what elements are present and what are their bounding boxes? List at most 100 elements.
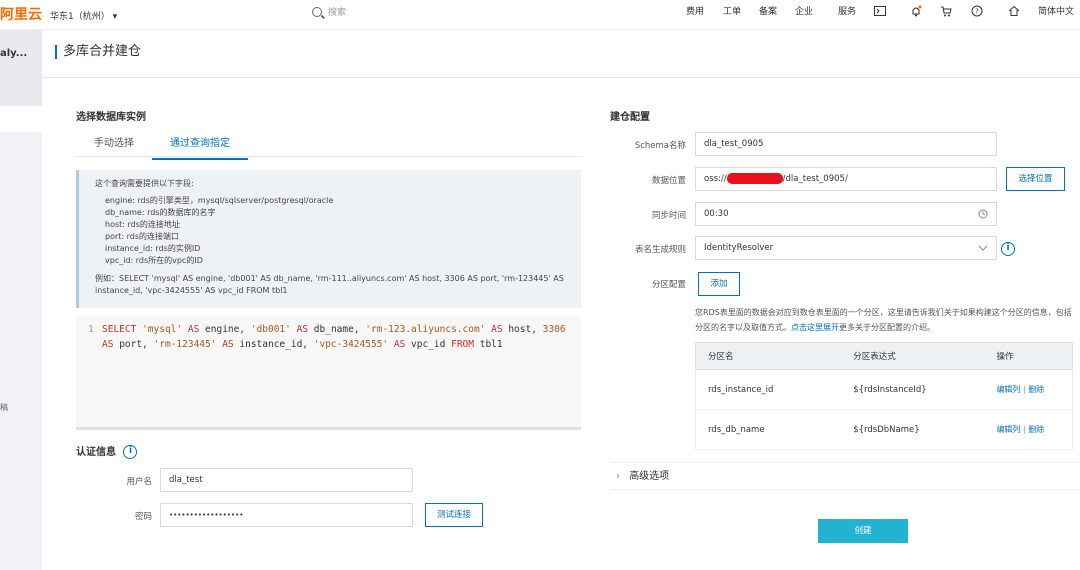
delete-link[interactable]: 删除: [1028, 425, 1044, 434]
nav-service[interactable]: 服务: [838, 4, 856, 17]
region-selector[interactable]: 华东1（杭州） ▾: [50, 9, 117, 22]
sync-time-label: 同步时间: [651, 211, 686, 221]
sql-token: AS: [491, 324, 503, 335]
sql-token: instance_id,: [239, 339, 309, 350]
page-title: 多库合并建仓: [55, 45, 141, 59]
sidebar-title[interactable]: aly...: [0, 30, 42, 106]
sql-token: port,: [119, 339, 148, 350]
info-field: engine: rds的引擎类型，mysql/sqlserver/postgre…: [105, 195, 334, 205]
naming-rule-info-icon[interactable]: i: [1001, 242, 1015, 256]
location-label: 数据位置: [651, 176, 686, 186]
info-field: db_name: rds的数据库的名字: [105, 207, 216, 217]
edit-column-link[interactable]: 编辑列: [996, 425, 1020, 434]
sql-token: engine,: [205, 324, 246, 335]
naming-rule-select[interactable]: IdentityResolver: [695, 236, 997, 260]
table-row: rds_instance_id ${rdsInstanceId} 编辑列 | 删…: [695, 370, 1073, 410]
sql-token: 'rm-123.aliyuncs.com': [365, 324, 486, 335]
password-input[interactable]: ••••••••••••••••••: [160, 503, 413, 527]
sync-time-input[interactable]: 00:30: [695, 202, 997, 226]
sql-token: AS: [187, 324, 200, 335]
partition-note-tail: 更多关于分区配置的介绍。: [839, 323, 935, 332]
info-field: vpc_id: rds所在的vpc的ID: [105, 255, 203, 265]
expand-link[interactable]: 点击这里展开: [791, 323, 839, 332]
sql-token: AS: [296, 324, 309, 335]
action-separator: |: [1022, 424, 1026, 434]
redaction-mark: [726, 173, 783, 184]
sync-time-value: 00:30: [704, 209, 729, 219]
nav-tickets[interactable]: 工单: [723, 4, 741, 17]
sql-token: 'rm-123445': [153, 339, 217, 350]
nav-enterprise[interactable]: 企业: [795, 4, 813, 17]
sql-token: vpc_id: [411, 339, 446, 350]
delete-link[interactable]: 删除: [1028, 385, 1044, 394]
bell-icon[interactable]: [910, 5, 922, 17]
sql-token: 'mysql': [142, 324, 183, 335]
tabs-divider: [76, 156, 581, 157]
actions-cell: 编辑列 | 删除: [988, 385, 1072, 395]
partition-name-cell: rds_db_name: [708, 424, 765, 435]
help-icon[interactable]: ?: [971, 5, 983, 17]
password-label: 密码: [134, 512, 152, 522]
top-navigation-bar: 阿里云 华东1（杭州） ▾ 搜索 费用 工单 备案 企业 服务 ? 简体中文: [0, 0, 1080, 30]
column-header: 分区表达式: [853, 352, 896, 362]
action-separator: |: [1022, 384, 1026, 394]
sql-token: AS: [102, 339, 114, 350]
advanced-options-label: 高级选项: [629, 471, 670, 482]
partition-expr-cell: ${rdsDbName}: [853, 424, 920, 435]
info-icon[interactable]: i: [123, 445, 138, 459]
query-info-box: 这个查询需要提供以下字段: engine: rds的引擎类型，mysql/sql…: [76, 170, 581, 308]
sql-token: AS: [222, 339, 234, 350]
sql-token: host,: [508, 324, 537, 335]
actions-cell: 编辑列 | 删除: [988, 425, 1072, 435]
username-label: 用户名: [126, 477, 152, 487]
naming-rule-label: 表名生成规则: [634, 245, 686, 255]
edit-column-link[interactable]: 编辑列: [996, 385, 1020, 394]
aliyun-logo[interactable]: 阿里云: [0, 4, 42, 24]
column-header: 操作: [996, 352, 1014, 362]
chevron-right-icon: ›: [616, 471, 620, 482]
sql-token: db_name,: [313, 324, 360, 335]
schema-label: Schema名称: [634, 141, 686, 151]
language-selector[interactable]: 简体中文: [1038, 4, 1074, 17]
sql-code[interactable]: SELECT 'mysql' AS engine, 'db001' AS db_…: [102, 322, 580, 352]
table-row: rds_db_name ${rdsDbName} 编辑列 | 删除: [695, 410, 1073, 450]
column-header: 分区名: [708, 352, 734, 362]
partition-config-label: 分区配置: [651, 280, 686, 290]
sidebar-fragment-text: 稿: [0, 403, 8, 412]
cart-icon[interactable]: [940, 5, 952, 17]
search-placeholder: 搜索: [328, 8, 347, 18]
schema-input[interactable]: dla_test_0905: [695, 132, 997, 156]
search-box[interactable]: 搜索: [312, 5, 346, 18]
sql-token: SELECT: [102, 324, 137, 335]
sql-token: FROM: [451, 339, 474, 350]
warehouse-config-title: 建仓配置: [610, 112, 650, 123]
info-field: instance_id: rds的实例ID: [105, 243, 201, 253]
clock-icon: [978, 209, 988, 219]
svg-text:?: ?: [975, 8, 979, 16]
terminal-icon[interactable]: [874, 5, 886, 17]
region-label: 华东1（杭州）: [50, 12, 110, 22]
partition-name-cell: rds_instance_id: [708, 384, 774, 395]
info-field: host: rds的连接地址: [105, 219, 180, 229]
add-partition-button[interactable]: 添加: [698, 272, 740, 296]
test-connection-button[interactable]: 测试连接: [425, 503, 483, 527]
home-icon[interactable]: [1008, 5, 1020, 17]
nav-icp[interactable]: 备案: [759, 4, 777, 17]
location-input[interactable]: oss:// /dla_test_0905/: [695, 167, 997, 191]
sql-editor[interactable]: 1 SELECT 'mysql' AS engine, 'db001' AS d…: [76, 316, 581, 430]
caret-down-icon: ▾: [112, 12, 118, 22]
sql-token: tbl1: [479, 339, 503, 350]
naming-rule-value: IdentityResolver: [704, 243, 774, 253]
sidebar-selected-item[interactable]: [0, 106, 42, 132]
auth-info-label: 认证信息: [76, 447, 116, 458]
create-button[interactable]: 创建: [818, 519, 908, 543]
nav-billing[interactable]: 费用: [686, 4, 704, 17]
sql-token: 'vpc-3424555': [313, 339, 389, 350]
username-input[interactable]: dla_test: [160, 468, 413, 492]
select-location-button[interactable]: 选择位置: [1006, 167, 1065, 191]
chevron-down-icon: [978, 245, 988, 251]
sql-token: 3306: [542, 324, 566, 335]
advanced-options-toggle[interactable]: › 高级选项: [610, 462, 1080, 490]
sql-token: 'db001': [250, 324, 291, 335]
partition-note: 您RDS表里面的数据会对应到数仓表里面的一个分区，这里请告诉我们关于如果构建这个…: [695, 305, 1075, 335]
